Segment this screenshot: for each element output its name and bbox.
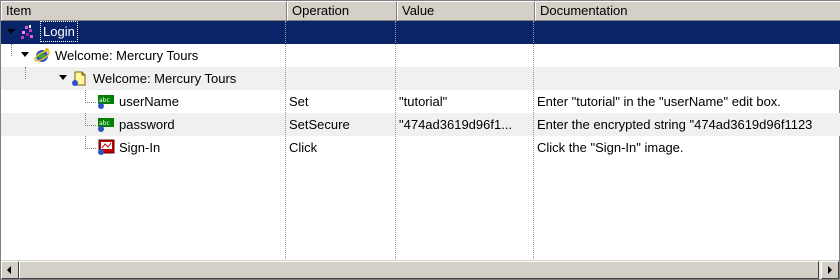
value-cell[interactable] <box>397 21 535 44</box>
item-cell: Login <box>1 21 287 44</box>
value-cell[interactable]: "474ad3619d96f1... <box>397 113 535 136</box>
column-divider <box>395 21 396 259</box>
scroll-left-button[interactable] <box>1 261 19 279</box>
column-divider <box>285 21 286 259</box>
expand-arrow-icon[interactable] <box>7 29 15 34</box>
table-row[interactable]: abc password SetSecure "474ad3619d96f1..… <box>1 113 840 136</box>
svg-text:abc: abc <box>99 97 110 104</box>
value-cell[interactable] <box>397 136 535 159</box>
documentation-cell: Enter "tutorial" in the "userName" edit … <box>537 94 781 109</box>
item-cell: abc password <box>1 113 287 136</box>
item-cell: Welcome: Mercury Tours <box>1 67 287 90</box>
item-cell: abc userName <box>1 90 287 113</box>
documentation-cell: Click the "Sign-In" image. <box>537 140 684 155</box>
item-cell: Welcome: Mercury Tours <box>1 44 287 67</box>
documentation-cell: Enter the encrypted string "474ad3619d96… <box>537 117 813 132</box>
value-cell[interactable] <box>397 44 535 67</box>
item-label: Welcome: Mercury Tours <box>93 71 237 86</box>
item-label: password <box>119 117 175 132</box>
operation-cell[interactable]: Click <box>287 136 397 159</box>
column-header-operation[interactable]: Operation <box>287 1 397 21</box>
action-icon <box>21 25 33 39</box>
item-label: Sign-In <box>119 140 161 155</box>
edit-box-icon: abc <box>98 95 114 109</box>
expand-arrow-icon[interactable] <box>59 75 67 80</box>
image-icon <box>98 139 115 155</box>
item-label: Login <box>40 21 78 42</box>
column-header-value[interactable]: Value <box>397 1 535 21</box>
table-row[interactable]: Welcome: Mercury Tours <box>1 44 840 67</box>
column-header-bar: Item Operation Value Documentation <box>1 1 840 21</box>
expand-arrow-icon[interactable] <box>21 52 29 57</box>
table-row[interactable]: abc userName Set "tutorial" Enter "tutor… <box>1 90 840 113</box>
column-divider <box>533 21 534 259</box>
keyword-view-grid: Item Operation Value Documentation Login <box>0 0 840 280</box>
value-cell[interactable] <box>397 67 535 90</box>
documentation-cell <box>535 21 840 44</box>
table-row[interactable]: Welcome: Mercury Tours <box>1 67 840 90</box>
operation-cell[interactable] <box>287 44 397 67</box>
scrollbar-thumb[interactable] <box>19 261 819 279</box>
value-cell[interactable]: "tutorial" <box>397 90 535 113</box>
scroll-right-button[interactable] <box>821 261 839 279</box>
right-arrow-icon <box>828 266 832 274</box>
column-header-item[interactable]: Item <box>1 1 287 21</box>
svg-text:abc: abc <box>99 120 110 127</box>
table-row[interactable]: Login <box>1 21 840 44</box>
column-header-documentation[interactable]: Documentation <box>535 1 840 21</box>
page-icon <box>72 71 86 86</box>
operation-cell[interactable]: Set <box>287 90 397 113</box>
item-label: Welcome: Mercury Tours <box>55 48 199 63</box>
table-row[interactable]: Sign-In Click Click the "Sign-In" image. <box>1 136 840 159</box>
item-label: userName <box>119 94 179 109</box>
left-arrow-icon <box>7 266 11 274</box>
documentation-cell <box>535 44 840 67</box>
operation-cell[interactable] <box>287 21 397 44</box>
operation-cell[interactable]: SetSecure <box>287 113 397 136</box>
tree-rows: Login Welcome: Mercury Tours Welcome: Me… <box>1 21 840 159</box>
edit-box-icon: abc <box>98 118 114 132</box>
horizontal-scrollbar[interactable] <box>1 260 839 279</box>
operation-cell[interactable] <box>287 67 397 90</box>
browser-icon <box>34 48 50 62</box>
documentation-cell <box>535 67 840 90</box>
item-cell: Sign-In <box>1 136 287 159</box>
